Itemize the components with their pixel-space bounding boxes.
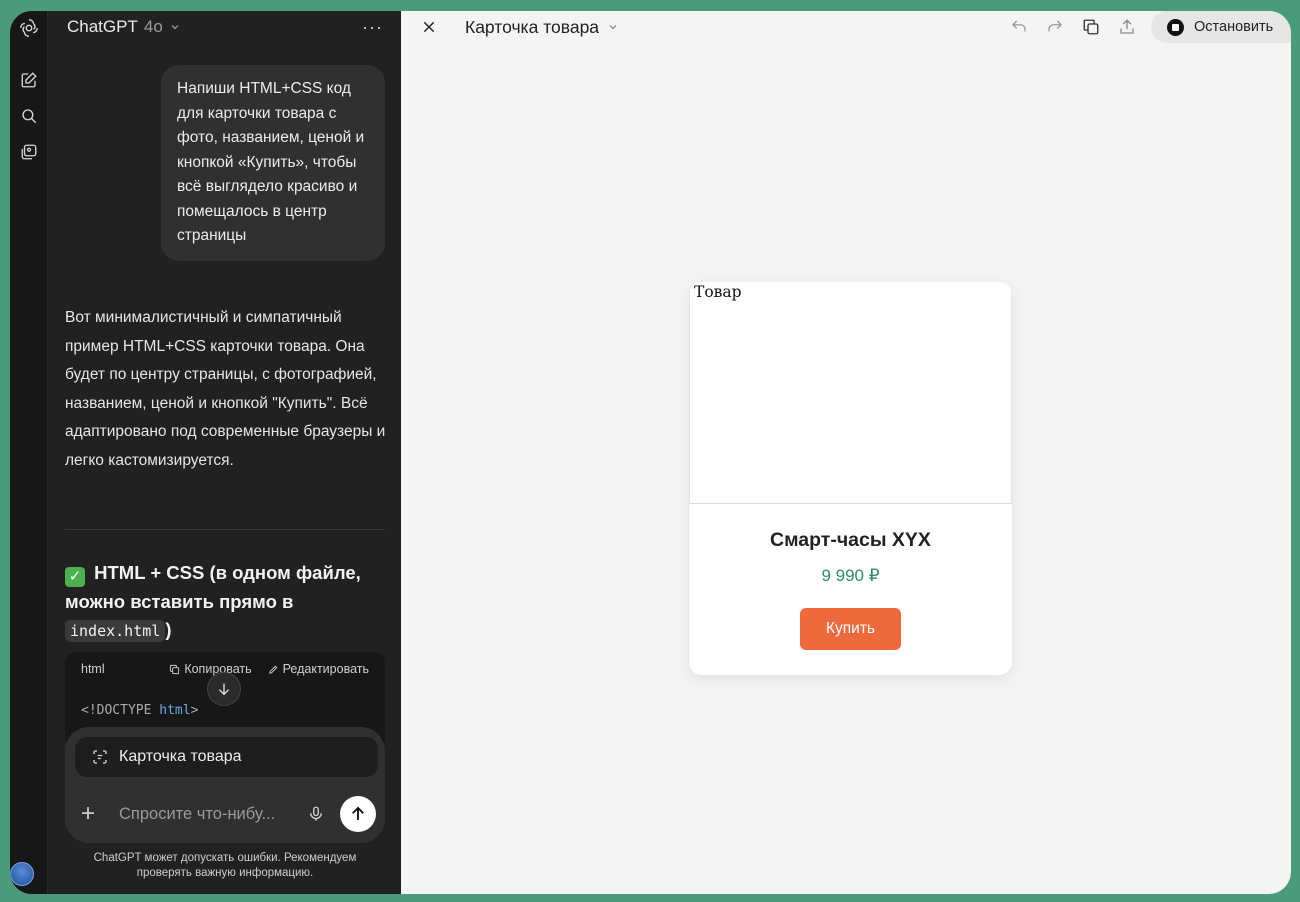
- more-options-button[interactable]: ···: [362, 17, 383, 38]
- microphone-icon[interactable]: [304, 805, 328, 823]
- canvas-toolbar: [1007, 15, 1139, 39]
- new-chat-icon[interactable]: [16, 67, 42, 93]
- copy-icon[interactable]: [1079, 15, 1103, 39]
- composer-input-row: + Спросите что-нибу...: [65, 795, 385, 833]
- library-icon[interactable]: [16, 139, 42, 165]
- code-token: <!DOCTYPE: [81, 703, 160, 718]
- composer: Карточка товара + Спросите что-нибу...: [65, 727, 385, 843]
- divider: [65, 529, 385, 530]
- model-name: ChatGPT: [67, 17, 138, 36]
- heading-code: index.html: [65, 620, 166, 642]
- image-alt-text: Товар: [694, 283, 742, 301]
- pencil-icon: [268, 665, 277, 674]
- product-price: 9 990 ₽: [821, 566, 880, 585]
- stop-icon: [1167, 18, 1184, 36]
- product-card: Товар Смарт-часы XYX 9 990 ₽ Купить: [689, 282, 1012, 675]
- undo-icon[interactable]: [1007, 15, 1031, 39]
- search-icon[interactable]: [16, 103, 42, 129]
- close-canvas-button[interactable]: [419, 20, 439, 34]
- canvas-pane: Карточка товара Остановить Товар Смарт-ч…: [401, 11, 1291, 894]
- prompt-input[interactable]: Спросите что-нибу...: [119, 805, 304, 824]
- product-name: Смарт-часы XYX: [770, 529, 931, 551]
- redo-icon[interactable]: [1043, 15, 1067, 39]
- canvas-doc-icon: [93, 750, 107, 764]
- chat-pane: ChatGPT 4o ··· Напиши HTML+CSS код для к…: [48, 11, 401, 894]
- chevron-down-icon: [609, 25, 617, 30]
- stop-button[interactable]: Остановить: [1151, 11, 1291, 43]
- canvas-chip[interactable]: Карточка товара: [75, 737, 378, 777]
- model-version: 4o: [143, 17, 163, 36]
- disclaimer: ChatGPT может допускать ошибки. Рекоменд…: [93, 852, 357, 879]
- user-message: Напиши HTML+CSS код для карточки товара …: [161, 65, 385, 261]
- arrow-down-icon: [218, 683, 230, 696]
- code-keyword: html: [159, 703, 191, 718]
- check-mark-icon: ✓: [65, 567, 85, 587]
- copy-code-button[interactable]: Копировать: [169, 662, 252, 676]
- model-selector[interactable]: ChatGPT 4o: [67, 17, 181, 37]
- chat-header: ChatGPT 4o ···: [48, 11, 401, 43]
- edit-label: Редактировать: [282, 662, 369, 676]
- canvas-title[interactable]: Карточка товара: [465, 17, 619, 38]
- canvas-title-text: Карточка товара: [465, 16, 600, 37]
- buy-button[interactable]: Купить: [800, 608, 901, 650]
- arrow-up-icon: [352, 806, 364, 820]
- canvas-header: Карточка товара Остановить: [401, 11, 1291, 43]
- heading-tail: ): [165, 619, 172, 640]
- product-image: Товар: [689, 282, 1012, 504]
- stop-label: Остановить: [1194, 19, 1274, 35]
- send-button[interactable]: [340, 796, 376, 832]
- code-section-heading: ✓ HTML + CSS (в одном файле, можно встав…: [65, 559, 365, 646]
- user-avatar[interactable]: [10, 862, 34, 886]
- copy-icon: [170, 664, 180, 674]
- code-language: html: [81, 662, 105, 676]
- app-window: ChatGPT 4o ··· Напиши HTML+CSS код для к…: [10, 11, 1291, 894]
- code-token: >: [190, 703, 199, 718]
- scroll-down-button[interactable]: [207, 672, 241, 706]
- canvas-chip-label: Карточка товара: [119, 748, 242, 765]
- icon-rail: [10, 11, 48, 894]
- add-attachment-button[interactable]: +: [81, 800, 105, 828]
- chevron-down-icon: [171, 25, 179, 30]
- assistant-message: Вот минималистичный и симпатичный пример…: [65, 309, 386, 469]
- heading-text: HTML + CSS (в одном файле, можно вставит…: [65, 562, 361, 612]
- share-icon[interactable]: [1115, 15, 1139, 39]
- openai-logo-icon[interactable]: [16, 15, 42, 41]
- close-icon: [423, 21, 435, 33]
- edit-code-button[interactable]: Редактировать: [268, 662, 369, 676]
